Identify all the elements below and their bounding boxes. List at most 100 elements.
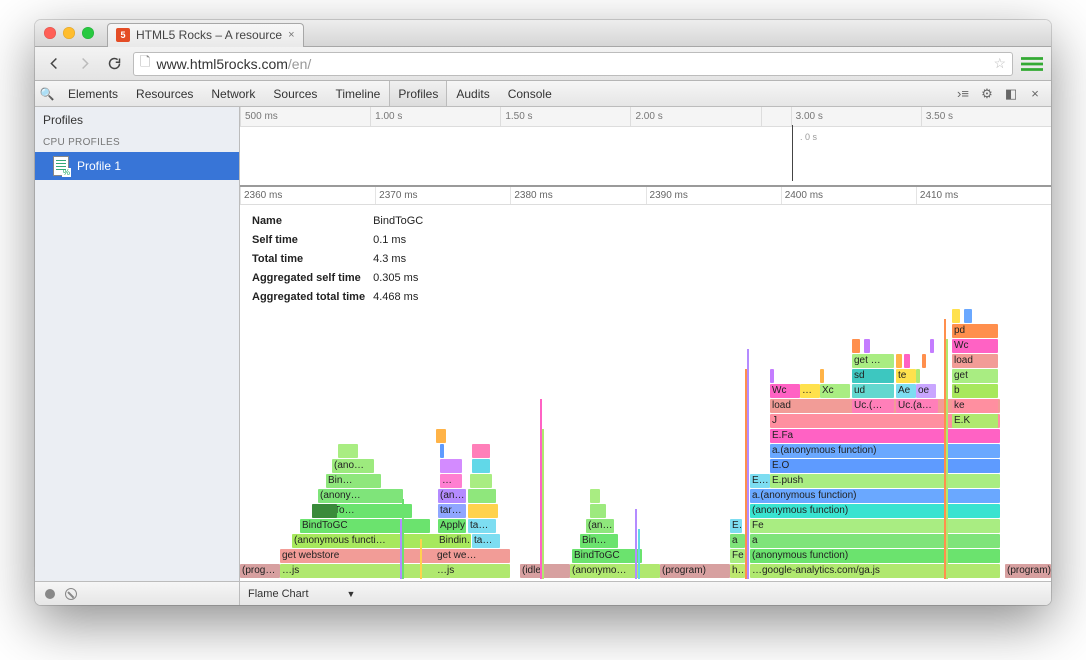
flame-bar[interactable] — [436, 429, 446, 443]
flame-bar[interactable]: (anonymo… — [570, 564, 660, 578]
flame-bar[interactable]: (program) — [1005, 564, 1051, 578]
flame-bar[interactable] — [820, 369, 824, 383]
flame-bar[interactable]: Bin… — [580, 534, 618, 548]
tab-close-icon[interactable]: × — [288, 29, 294, 41]
flame-bar[interactable] — [930, 339, 934, 353]
flame-bar[interactable]: sd — [852, 369, 894, 383]
flame-bar[interactable]: Ae — [896, 384, 916, 398]
flame-bar[interactable]: E… — [730, 519, 742, 533]
flame-bar[interactable]: te — [896, 369, 916, 383]
flame-bar[interactable]: (program) — [660, 564, 730, 578]
flame-bar[interactable]: (prog… — [240, 564, 280, 578]
devtools-tab-elements[interactable]: Elements — [59, 81, 127, 106]
flame-bar[interactable]: a — [750, 534, 1000, 548]
zoom-window-button[interactable] — [82, 27, 94, 39]
flame-bar[interactable] — [852, 339, 860, 353]
flame-bar[interactable] — [440, 459, 462, 473]
chrome-menu-button[interactable] — [1021, 53, 1043, 75]
flame-bar[interactable] — [770, 369, 774, 383]
reload-button[interactable] — [103, 53, 125, 75]
flame-bar[interactable]: (an… — [438, 489, 466, 503]
flame-bar[interactable] — [896, 354, 902, 368]
flame-bar[interactable]: BindToGC — [300, 519, 430, 533]
flame-bar[interactable]: Wc — [770, 384, 800, 398]
flame-bar[interactable]: tar… — [438, 504, 466, 518]
flame-bar[interactable] — [864, 339, 870, 353]
flame-bar[interactable]: get — [952, 369, 998, 383]
flame-bar[interactable] — [440, 444, 444, 458]
flame-bar[interactable]: get we… — [435, 549, 500, 563]
devtools-search-icon[interactable]: 🔍 — [35, 87, 59, 101]
flame-bar[interactable]: … — [800, 384, 820, 398]
flame-bar[interactable]: Fe — [750, 519, 1000, 533]
browser-tab[interactable]: 5 HTML5 Rocks – A resource × — [107, 23, 304, 47]
devtools-close-icon[interactable]: × — [1027, 86, 1043, 101]
flame-bar[interactable] — [952, 309, 960, 323]
flame-bar[interactable]: Xc — [820, 384, 850, 398]
forward-button[interactable] — [73, 53, 95, 75]
flame-bar[interactable]: a.(anonymous function) — [770, 444, 1000, 458]
close-window-button[interactable] — [44, 27, 56, 39]
flame-bar[interactable]: (anonymous function) — [750, 549, 1000, 563]
sidebar-item-profile-1[interactable]: % Profile 1 — [35, 152, 239, 180]
flame-bar[interactable]: E.K — [952, 414, 998, 428]
back-button[interactable] — [43, 53, 65, 75]
devtools-tab-console[interactable]: Console — [499, 81, 561, 106]
flame-bar[interactable]: (an… — [586, 519, 614, 533]
bookmark-star-icon[interactable]: ☆ — [993, 55, 1006, 72]
flame-bar[interactable]: load — [952, 354, 998, 368]
devtools-tab-audits[interactable]: Audits — [447, 81, 498, 106]
flame-bar[interactable] — [590, 504, 606, 518]
flame-bar[interactable]: E.O — [770, 459, 1000, 473]
overview-ruler[interactable]: 500 ms1.00 s1.50 s2.00 s3.00 s3.50 s — [240, 107, 1051, 127]
devtools-tab-timeline[interactable]: Timeline — [326, 81, 389, 106]
devtools-tab-profiles[interactable]: Profiles — [389, 81, 447, 106]
flame-bar[interactable]: E… — [750, 474, 770, 488]
flame-bar[interactable]: a — [730, 534, 745, 548]
flame-bar[interactable]: Wc — [952, 339, 998, 353]
flame-bar[interactable] — [468, 504, 498, 518]
minimize-window-button[interactable] — [63, 27, 75, 39]
flame-bar[interactable]: (idle) — [520, 564, 570, 578]
devtools-tab-sources[interactable]: Sources — [264, 81, 326, 106]
flame-bar[interactable] — [338, 444, 358, 458]
view-mode-selector[interactable]: Flame Chart ▼ — [240, 588, 1051, 600]
flame-bar[interactable]: Fe — [730, 549, 745, 563]
flame-bar[interactable] — [916, 369, 920, 383]
flame-bar[interactable]: get … — [852, 354, 894, 368]
flame-bar[interactable]: h… — [730, 564, 745, 578]
flame-bar[interactable]: Apply — [438, 519, 466, 533]
devtools-tab-network[interactable]: Network — [202, 81, 264, 106]
flame-chart[interactable]: NameBindToGCSelf time0.1 msTotal time4.3… — [240, 205, 1051, 581]
flame-bar[interactable]: Bin… — [326, 474, 381, 488]
flame-bar[interactable] — [468, 489, 496, 503]
flame-bar[interactable]: a.(anonymous function) — [750, 489, 1000, 503]
clear-profiles-icon[interactable] — [65, 588, 77, 600]
flame-bar[interactable]: (ano… — [332, 459, 374, 473]
flame-bar[interactable] — [590, 489, 600, 503]
flame-bar[interactable]: …google-analytics.com/ga.js — [750, 564, 1000, 578]
address-bar[interactable]: 🗋 www.html5rocks.com/en/ ☆ — [133, 52, 1013, 76]
flame-bar[interactable]: …js — [435, 564, 500, 578]
settings-gear-icon[interactable]: ⚙ — [979, 86, 995, 102]
devtools-tab-resources[interactable]: Resources — [127, 81, 202, 106]
flame-bar[interactable]: … — [440, 474, 462, 488]
flame-bar[interactable]: oe — [916, 384, 936, 398]
flame-bar[interactable]: Uc.(… — [852, 399, 894, 413]
overview-strip[interactable]: . 0 s — [240, 127, 1051, 187]
flame-bar[interactable]: Bindin… — [437, 534, 471, 548]
flame-bar[interactable] — [904, 354, 910, 368]
flame-bar[interactable] — [472, 459, 490, 473]
flame-bar[interactable]: E.push — [770, 474, 1000, 488]
flame-bar[interactable] — [964, 309, 972, 323]
flame-bar[interactable]: ta… — [468, 519, 496, 533]
flame-bar[interactable] — [472, 444, 490, 458]
flame-bar[interactable]: ud — [852, 384, 894, 398]
flame-bar[interactable]: pd — [952, 324, 998, 338]
flame-bar[interactable]: Uc.(a… — [896, 399, 938, 413]
flame-bar[interactable]: b — [952, 384, 998, 398]
detail-ruler[interactable]: 2360 ms2370 ms2380 ms2390 ms2400 ms2410 … — [240, 187, 1051, 205]
dock-side-icon[interactable]: ◧ — [1003, 86, 1019, 102]
flame-bar[interactable] — [470, 474, 492, 488]
flame-bar[interactable]: (anony… — [318, 489, 403, 503]
